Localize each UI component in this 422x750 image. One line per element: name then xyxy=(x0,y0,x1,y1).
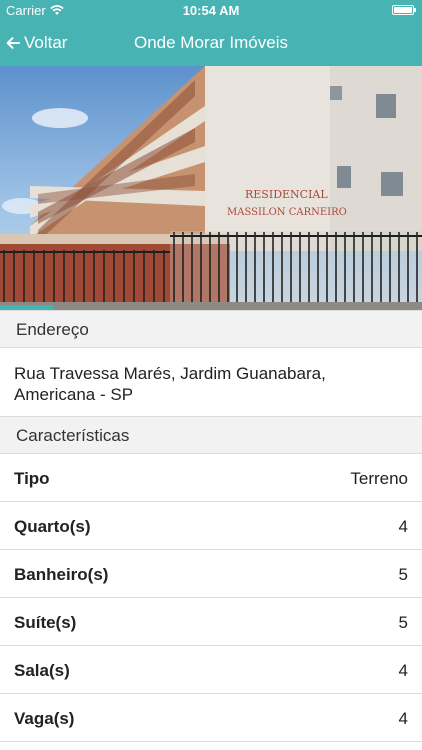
feature-value: 5 xyxy=(398,565,408,584)
building-image: RESIDENCIAL MASSILON CARNEIRO xyxy=(0,66,422,310)
feature-row-tipo: Tipo Terreno xyxy=(0,454,422,502)
features-section-header: Características xyxy=(0,416,422,454)
feature-label: Banheiro(s) xyxy=(14,565,109,584)
feature-row-salas: Sala(s) 4 xyxy=(0,646,422,694)
feature-value: 5 xyxy=(398,613,408,632)
feature-row-vagas: Vaga(s) 4 xyxy=(0,694,422,742)
feature-label: Quarto(s) xyxy=(14,517,91,536)
feature-row-quartos: Quarto(s) 4 xyxy=(0,502,422,550)
feature-row-suites: Suíte(s) 5 xyxy=(0,598,422,646)
status-bar: Carrier 10:54 AM xyxy=(0,0,422,22)
address-header-label: Endereço xyxy=(16,320,89,339)
feature-label: Vaga(s) xyxy=(14,709,75,728)
address-section-header: Endereço xyxy=(0,310,422,348)
clock: 10:54 AM xyxy=(182,3,240,18)
navigation-bar: Voltar Onde Morar Imóveis xyxy=(0,22,422,66)
feature-label: Sala(s) xyxy=(14,661,70,680)
battery-icon xyxy=(392,5,416,15)
sign-text-line1: RESIDENCIAL xyxy=(245,188,328,201)
back-label: Voltar xyxy=(24,33,68,52)
arrow-left-icon xyxy=(6,37,20,49)
features-header-label: Características xyxy=(16,426,130,445)
feature-label: Tipo xyxy=(14,469,50,488)
feature-row-banheiros: Banheiro(s) 5 xyxy=(0,550,422,598)
feature-label: Suíte(s) xyxy=(14,613,77,632)
address-text: Rua Travessa Marés, Jardim Guanabara, Am… xyxy=(14,364,326,404)
feature-value: 4 xyxy=(398,709,408,728)
sign-text-line2: MASSILON CARNEIRO xyxy=(227,207,347,218)
feature-value: 4 xyxy=(398,661,408,680)
property-photo[interactable]: RESIDENCIAL MASSILON CARNEIRO xyxy=(0,66,422,310)
feature-value: Terreno xyxy=(350,469,408,488)
back-button[interactable]: Voltar xyxy=(6,33,67,53)
feature-value: 4 xyxy=(398,517,408,536)
